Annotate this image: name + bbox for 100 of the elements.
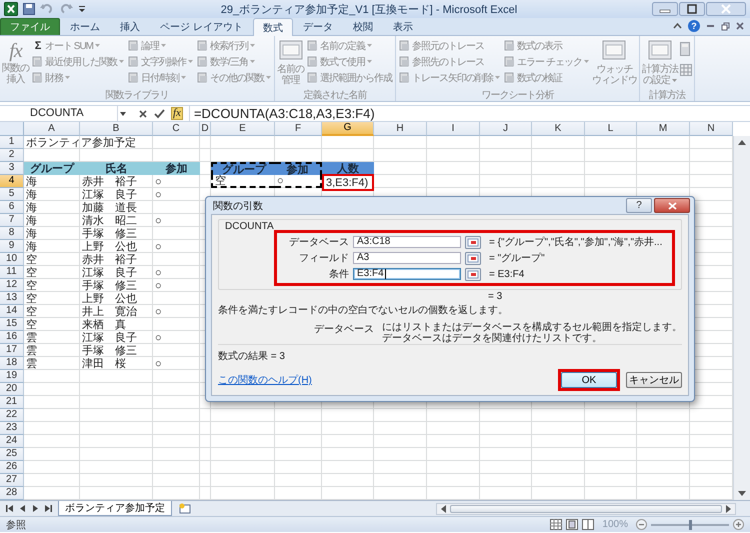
row-header[interactable]: 13 bbox=[0, 292, 24, 305]
row-header[interactable]: 5 bbox=[0, 188, 24, 201]
row-header[interactable]: 26 bbox=[0, 461, 24, 474]
collapse-dialog-icon[interactable] bbox=[465, 252, 481, 264]
row-header[interactable]: 28 bbox=[0, 487, 24, 500]
close-button[interactable] bbox=[654, 198, 690, 213]
collapse-dialog-icon[interactable] bbox=[465, 236, 481, 248]
scroll-down-icon[interactable] bbox=[738, 491, 746, 496]
column-header[interactable]: E bbox=[211, 122, 275, 136]
next-sheet-icon[interactable] bbox=[32, 505, 38, 512]
dialog-button[interactable]: キャンセル bbox=[626, 372, 682, 388]
row-header[interactable]: 1 bbox=[0, 136, 24, 149]
ribbon-tab[interactable]: 校閲 bbox=[342, 18, 383, 35]
row-header[interactable]: 19 bbox=[0, 370, 24, 383]
close-icon[interactable] bbox=[736, 22, 744, 30]
scroll-right-icon[interactable] bbox=[726, 504, 731, 512]
last-sheet-icon[interactable] bbox=[44, 505, 52, 512]
row-header[interactable]: 20 bbox=[0, 383, 24, 396]
column-header[interactable]: N bbox=[690, 122, 733, 136]
row-header[interactable]: 21 bbox=[0, 396, 24, 409]
column-header[interactable]: B bbox=[80, 122, 153, 136]
input-field[interactable]: A3 bbox=[353, 252, 461, 264]
ribbon-tab[interactable]: 挿入 bbox=[110, 18, 150, 35]
customize-icon[interactable] bbox=[78, 4, 86, 14]
row-header[interactable]: 25 bbox=[0, 448, 24, 461]
new-sheet-icon[interactable] bbox=[178, 503, 192, 514]
collapse-ribbon-icon[interactable] bbox=[673, 22, 682, 30]
restore-button[interactable] bbox=[679, 2, 705, 16]
row-header[interactable]: 7 bbox=[0, 214, 24, 227]
column-header[interactable]: J bbox=[480, 122, 532, 136]
vertical-scrollbar[interactable] bbox=[733, 136, 750, 500]
caret-icon[interactable] bbox=[120, 112, 126, 116]
ribbon-tab[interactable]: データ bbox=[292, 18, 343, 35]
row-header[interactable]: 24 bbox=[0, 435, 24, 448]
column-header[interactable]: M bbox=[637, 122, 690, 136]
column-header[interactable]: L bbox=[585, 122, 637, 136]
column-header[interactable]: A bbox=[24, 122, 80, 136]
column-header[interactable]: C bbox=[153, 122, 200, 136]
row-header[interactable]: 10 bbox=[0, 253, 24, 266]
dialog-button[interactable]: OK bbox=[561, 372, 617, 388]
sheet-tab[interactable]: ボランティア参加予定 bbox=[58, 501, 172, 516]
restore-icon[interactable] bbox=[721, 22, 730, 30]
input-field[interactable]: E3:F4 bbox=[353, 268, 461, 280]
minimize-icon[interactable] bbox=[706, 22, 715, 30]
horizontal-scrollbar[interactable] bbox=[436, 502, 736, 514]
row-header[interactable]: 9 bbox=[0, 240, 24, 253]
scroll-left-icon[interactable] bbox=[441, 504, 446, 512]
slider-thumb[interactable] bbox=[689, 520, 692, 530]
first-sheet-icon[interactable] bbox=[6, 505, 14, 512]
help-button[interactable]: ? bbox=[626, 198, 652, 213]
row-header[interactable]: 8 bbox=[0, 227, 24, 240]
help-link[interactable]: この関数のヘルプ(H) bbox=[218, 373, 312, 387]
ribbon-button[interactable]: Σ オート SUM bbox=[31, 38, 125, 53]
formula-field[interactable]: =DCOUNTA(A3:C18,A3,E3:F4) bbox=[188, 106, 750, 121]
column-header[interactable]: I bbox=[427, 122, 480, 136]
zoom-in-icon[interactable] bbox=[733, 519, 744, 530]
row-header[interactable]: 2 bbox=[0, 149, 24, 162]
page-layout-icon[interactable] bbox=[566, 519, 578, 530]
minimize-button[interactable] bbox=[652, 2, 678, 16]
table-cell-text: 海 bbox=[25, 240, 38, 253]
row-header[interactable]: 27 bbox=[0, 474, 24, 487]
cell-editor[interactable]: 3,E3:F4) bbox=[322, 174, 374, 191]
row-header[interactable]: 12 bbox=[0, 279, 24, 292]
spreadsheet-icon[interactable] bbox=[4, 2, 18, 16]
row-header[interactable]: 17 bbox=[0, 344, 24, 357]
page-break-icon[interactable] bbox=[582, 519, 594, 530]
column-header[interactable]: K bbox=[532, 122, 585, 136]
ribbon-tab[interactable]: ページ レイアウト bbox=[150, 18, 253, 35]
save-icon[interactable] bbox=[23, 3, 35, 15]
column-header[interactable]: G bbox=[322, 122, 374, 136]
group-label: ワークシート分析 bbox=[480, 88, 555, 101]
column-header[interactable]: F bbox=[275, 122, 322, 136]
ribbon-tab[interactable]: 数式 bbox=[252, 18, 293, 36]
row-header[interactable]: 4 bbox=[0, 175, 24, 188]
row-header[interactable]: 22 bbox=[0, 409, 24, 422]
column-header[interactable]: H bbox=[374, 122, 427, 136]
insert-function-button[interactable]: fx bbox=[171, 107, 183, 120]
scroll-thumb[interactable] bbox=[450, 504, 722, 512]
grid-view-icon[interactable] bbox=[550, 519, 562, 530]
help-button[interactable]: ? bbox=[688, 20, 700, 32]
previous-sheet-icon[interactable] bbox=[20, 505, 26, 512]
name-box[interactable]: DCOUNTA bbox=[0, 106, 118, 121]
collapse-dialog-icon[interactable] bbox=[465, 268, 481, 280]
row-header[interactable]: 6 bbox=[0, 201, 24, 214]
row-header[interactable]: 23 bbox=[0, 422, 24, 435]
row-header[interactable]: 18 bbox=[0, 357, 24, 370]
scroll-up-icon[interactable] bbox=[738, 140, 746, 145]
row-header[interactable]: 14 bbox=[0, 305, 24, 318]
input-field[interactable]: A3:C18 bbox=[353, 236, 461, 248]
ribbon-tab[interactable]: ファイル bbox=[0, 18, 60, 35]
row-header[interactable]: 3 bbox=[0, 162, 24, 175]
column-header[interactable]: D bbox=[200, 122, 211, 136]
row-header[interactable]: 15 bbox=[0, 318, 24, 331]
row-header[interactable]: 11 bbox=[0, 266, 24, 279]
check-icon[interactable] bbox=[154, 108, 165, 118]
ribbon-tab[interactable]: 表示 bbox=[382, 18, 423, 35]
cancel-icon[interactable] bbox=[138, 108, 148, 118]
row-header[interactable]: 16 bbox=[0, 331, 24, 344]
zoom-out-icon[interactable] bbox=[636, 519, 647, 530]
ribbon-tab[interactable]: ホーム bbox=[60, 18, 110, 35]
